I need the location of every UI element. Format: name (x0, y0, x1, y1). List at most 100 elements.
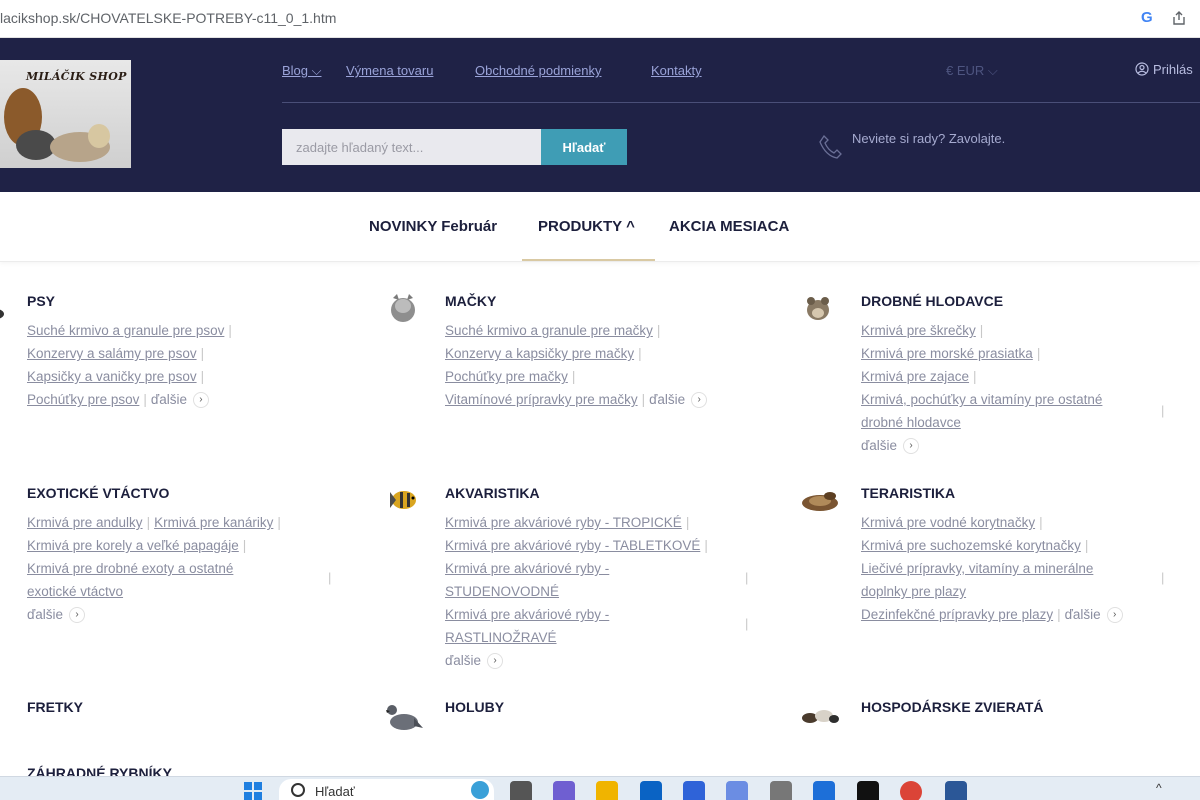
link-item[interactable]: Krmivá pre škrečky (861, 323, 976, 338)
link-item[interactable]: Vitamínové prípravky pre mačky (445, 392, 638, 407)
link-item[interactable]: Krmivá pre akváriové ryby - TABLETKOVÉ (445, 538, 700, 553)
chevron-up-icon[interactable]: ^ (1156, 781, 1162, 795)
link-item[interactable]: Konzervy a salámy pre psov (27, 346, 197, 361)
link-item[interactable]: RASTLINOŽRAVÉ (445, 630, 557, 645)
chevron-right-icon[interactable]: › (691, 392, 708, 409)
category-title[interactable]: MAČKY (445, 293, 496, 309)
link-item[interactable]: Krmivá pre akváriové ryby - (445, 561, 609, 576)
dog-icon (0, 302, 6, 322)
link-item[interactable]: STUDENOVODNÉ (445, 584, 559, 599)
more-link[interactable]: ďalšie (151, 392, 187, 407)
search-button[interactable]: Hľadať (541, 129, 627, 165)
category-title[interactable]: HOLUBY (445, 699, 504, 715)
more-link[interactable]: ďalšie (445, 653, 481, 668)
link-item[interactable]: Krmivá pre vodné korytnačky (861, 515, 1035, 530)
currency-selector[interactable]: € EUR ⌵ (946, 63, 998, 79)
link-separator: | (1161, 403, 1165, 418)
nav-contacts[interactable]: Kontakty (651, 63, 702, 78)
link-item[interactable]: Liečivé prípravky, vitamíny a minerálne (861, 561, 1093, 576)
link-item[interactable]: Krmivá pre akváriové ryby - TROPICKÉ (445, 515, 682, 530)
help-text: Neviete si rady? Zavolajte. (852, 131, 1006, 146)
category-title[interactable]: AKVARISTIKA (445, 485, 540, 501)
pigeon-icon (384, 698, 424, 738)
link-item[interactable]: Dezinfekčné prípravky pre plazy (861, 607, 1053, 622)
snake-icon (800, 488, 838, 520)
more-link[interactable]: ďalšie (1065, 607, 1101, 622)
login-label: Prihlás (1153, 62, 1193, 77)
word-icon[interactable] (945, 781, 967, 800)
teams-icon[interactable] (553, 781, 575, 800)
nav-blog[interactable]: Blog ⌵ (282, 63, 322, 79)
link-item[interactable]: Krmivá pre zajace (861, 369, 969, 384)
more-link[interactable]: ďalšie (649, 392, 685, 407)
app-icon-3[interactable] (770, 781, 792, 800)
link-item[interactable]: Krmivá pre korely a veľké papagáje (27, 538, 239, 553)
nav-terms[interactable]: Obchodné podmienky (475, 63, 601, 78)
chrome-icon[interactable] (900, 781, 922, 800)
category-links: Krmivá pre andulky | Krmivá pre kanáriky | … (27, 515, 281, 624)
more-link[interactable]: ďalšie (27, 607, 63, 622)
windows-start-icon[interactable] (243, 781, 263, 800)
category-title[interactable]: FRETKY (27, 699, 83, 715)
copilot-icon[interactable] (471, 781, 489, 799)
file-explorer-icon[interactable] (596, 781, 618, 800)
category-links: Krmivá pre škrečky | Krmivá pre morské pr… (861, 323, 1103, 455)
link-item[interactable]: Suché krmivo a granule pre psov (27, 323, 224, 338)
link-item[interactable]: Kapsičky a vaničky pre psov (27, 369, 197, 384)
link-item[interactable]: Krmivá pre drobné exoty a ostatné (27, 561, 233, 576)
menu-produkty[interactable]: PRODUKTY ^ (538, 218, 635, 235)
search-input[interactable] (282, 129, 541, 165)
chevron-right-icon[interactable]: › (192, 392, 209, 409)
user-icon (1135, 62, 1149, 76)
category-title[interactable]: HOSPODÁRSKE ZVIERATÁ (861, 699, 1044, 715)
task-view-icon[interactable] (510, 781, 532, 800)
category-title[interactable]: DROBNÉ HLODAVCE (861, 293, 1003, 309)
link-item[interactable]: doplnky pre plazy (861, 584, 966, 599)
phone-icon (819, 134, 842, 159)
farm-animals-icon (800, 704, 840, 728)
link-item[interactable]: Krmivá pre akváriové ryby - (445, 607, 609, 622)
url-text[interactable]: lacikshop.sk/CHOVATELSKE-POTREBY-c11_0_1… (0, 10, 336, 26)
app-icon-2[interactable] (726, 781, 748, 800)
chevron-right-icon[interactable]: › (1106, 607, 1123, 624)
link-separator: | (328, 570, 332, 585)
link-item[interactable]: Konzervy a kapsičky pre mačky (445, 346, 634, 361)
menu-akcia[interactable]: AKCIA MESIACA (669, 218, 789, 235)
logo-text: MILÁČIK SHOP (26, 70, 127, 83)
link-item[interactable]: Krmivá pre andulky (27, 515, 143, 530)
header-divider (282, 102, 1200, 103)
category-links: Krmivá pre akváriové ryby - TROPICKÉ | Kr… (445, 515, 708, 670)
link-item[interactable]: Krmivá, pochúťky a vitamíny pre ostatné (861, 392, 1102, 407)
link-item[interactable]: Suché krmivo a granule pre mačky (445, 323, 653, 338)
chevron-right-icon[interactable]: › (903, 438, 920, 455)
more-link[interactable]: ďalšie (861, 438, 897, 453)
menu-novinky[interactable]: NOVINKY Február (369, 218, 497, 235)
store-icon[interactable] (640, 781, 662, 800)
share-icon[interactable] (1171, 10, 1187, 26)
link-item[interactable]: Krmivá pre kanáriky (154, 515, 273, 530)
category-title[interactable]: EXOTICKÉ VTÁCTVO (27, 485, 169, 501)
active-menu-underline (522, 259, 655, 261)
category-title[interactable]: PSY (27, 293, 55, 309)
hamster-icon (802, 292, 838, 324)
chevron-right-icon[interactable]: › (487, 653, 504, 670)
link-item[interactable]: Krmivá pre suchozemské korytnačky (861, 538, 1081, 553)
app-icon-1[interactable] (683, 781, 705, 800)
category-title[interactable]: TERARISTIKA (861, 485, 955, 501)
link-item[interactable]: Krmivá pre morské prasiatka (861, 346, 1033, 361)
login-link[interactable]: Prihlás (1135, 62, 1193, 77)
link-item[interactable]: Pochúťky pre mačky (445, 369, 568, 384)
link-item[interactable]: exotické vtáctvo (27, 584, 123, 599)
link-item[interactable]: Pochúťky pre psov (27, 392, 139, 407)
mail-icon[interactable] (813, 781, 835, 800)
shop-logo[interactable]: MILÁČIK SHOP (0, 60, 131, 168)
link-item[interactable]: drobné hlodavce (861, 415, 961, 430)
google-icon[interactable]: G (1141, 9, 1153, 26)
category-links: Suché krmivo a granule pre psov | Konzerv… (27, 323, 232, 409)
adobe-icon[interactable] (857, 781, 879, 800)
category-links: Krmivá pre vodné korytnačky | Krmivá pre … (861, 511, 1181, 626)
chevron-right-icon[interactable]: › (69, 607, 86, 624)
browser-address-bar[interactable]: lacikshop.sk/CHOVATELSKE-POTREBY-c11_0_1… (0, 0, 1200, 38)
nav-exchange[interactable]: Výmena tovaru (346, 63, 433, 78)
taskbar-search[interactable]: Hľadať (279, 779, 494, 800)
